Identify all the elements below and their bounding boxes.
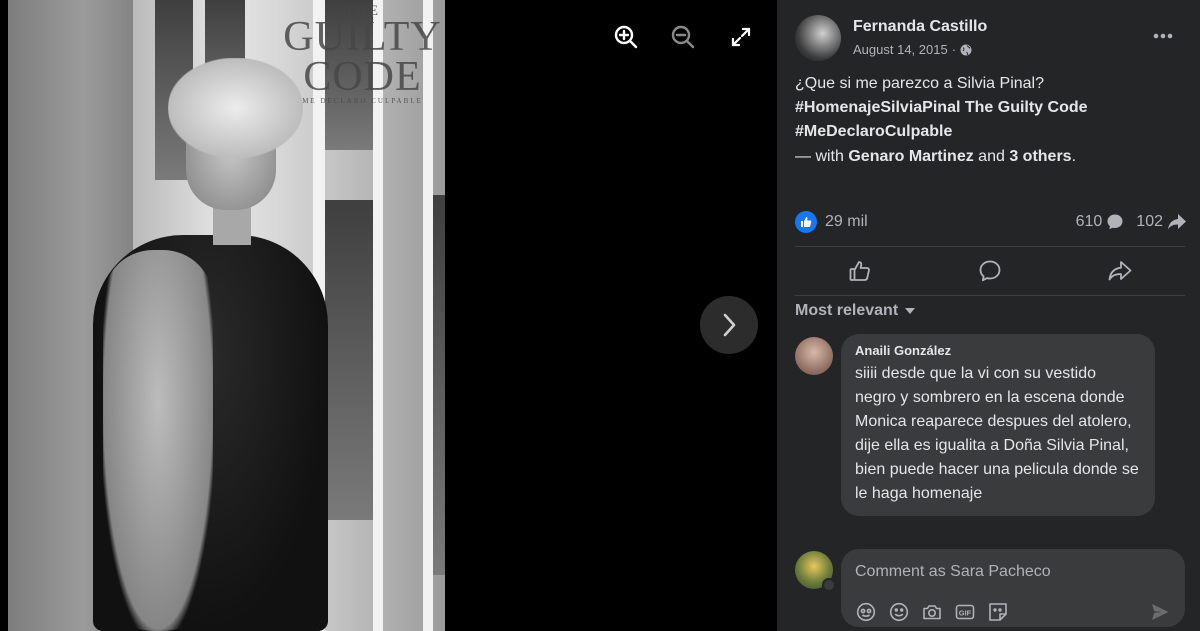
comment-sort-label: Most relevant — [795, 302, 899, 319]
zoom-in-icon — [614, 25, 638, 49]
comment-icon — [979, 260, 1001, 282]
camera-button[interactable] — [921, 601, 943, 623]
share-button[interactable] — [1055, 248, 1185, 294]
more-options-button[interactable] — [1149, 22, 1177, 50]
emoji-button[interactable] — [888, 601, 910, 623]
commenter-avatar[interactable] — [795, 337, 833, 375]
author-name[interactable]: Fernanda Castillo — [853, 18, 987, 36]
camera-icon — [923, 605, 941, 620]
share-count[interactable]: 102 — [1136, 213, 1187, 231]
profile-switch-chevron-icon[interactable] — [822, 578, 836, 592]
comment-count[interactable]: 610 — [1076, 213, 1125, 231]
engagement-counts: 610 102 — [1076, 213, 1187, 231]
emoji-icon — [889, 602, 909, 622]
gif-button[interactable]: GIF — [954, 601, 976, 623]
expand-icon — [731, 27, 751, 47]
comment-author[interactable]: Anaili González — [855, 343, 1141, 358]
send-comment-button[interactable] — [1149, 601, 1171, 623]
comment-sort-dropdown[interactable]: Most relevant — [795, 302, 916, 320]
comment-composer: GIF — [841, 549, 1185, 627]
tagged-others-link[interactable]: 3 others — [1009, 148, 1071, 165]
post-hashtag-line[interactable]: #MeDeclaroCulpable — [795, 120, 1190, 144]
zoom-out-icon — [671, 25, 695, 49]
zoom-out-button[interactable] — [668, 22, 698, 52]
chevron-right-icon — [723, 313, 736, 337]
comment-button[interactable] — [925, 248, 1055, 294]
composer-tools: GIF — [855, 601, 1009, 623]
reactions-bar: 29 mil 610 102 — [795, 208, 1187, 236]
post-photo[interactable]: THE GUILTY CODE ME DECLARO CULPABLE — [8, 0, 445, 631]
gif-icon: GIF — [955, 604, 975, 620]
current-user-avatar[interactable] — [795, 551, 836, 592]
comment-bubble-icon — [1107, 214, 1123, 230]
magazine-logo: THE GUILTY CODE ME DECLARO CULPABLE — [283, 3, 442, 106]
thumbs-up-icon — [849, 261, 870, 281]
sticker-button[interactable] — [987, 601, 1009, 623]
share-icon — [1108, 261, 1132, 281]
comment-input[interactable] — [855, 559, 1165, 585]
like-reaction-icon[interactable] — [795, 211, 817, 233]
comment-text: siiii desde que la vi con su vestido neg… — [855, 365, 1139, 502]
author-avatar[interactable] — [795, 15, 841, 61]
post-side-panel: Fernanda Castillo August 14, 2015 · ¿Que… — [777, 0, 1200, 631]
zoom-in-button[interactable] — [611, 22, 641, 52]
post-text-line: ¿Que si me parezco a Silvia Pinal? — [795, 75, 1044, 92]
photo-feather-boa — [103, 250, 213, 631]
send-icon — [1152, 604, 1169, 620]
avatar-sticker-button[interactable] — [855, 601, 877, 623]
post-text: ¿Que si me parezco a Silvia Pinal? #Home… — [795, 72, 1190, 144]
post-hashtag-line[interactable]: #HomenajeSilviaPinal The Guilty Code — [795, 96, 1190, 120]
more-horizontal-icon — [1153, 33, 1173, 39]
globe-icon[interactable] — [960, 44, 972, 56]
caret-down-icon — [905, 308, 916, 314]
tagged-people: — with Genaro Martinez and 3 others. — [795, 148, 1077, 165]
post-date[interactable]: August 14, 2015 — [853, 42, 948, 57]
meta-separator: · — [951, 42, 957, 57]
post-meta: August 14, 2015 · — [853, 42, 972, 57]
comment-bubble: Anaili González siiii desde que la vi co… — [841, 334, 1155, 516]
photo-viewer: THE GUILTY CODE ME DECLARO CULPABLE — [0, 0, 777, 631]
post-actions — [795, 248, 1185, 294]
fullscreen-button[interactable] — [726, 22, 756, 52]
like-button[interactable] — [795, 248, 925, 294]
divider — [795, 246, 1185, 247]
sticker-icon — [989, 603, 1007, 621]
reaction-count[interactable]: 29 mil — [825, 213, 868, 231]
divider — [795, 295, 1185, 296]
share-arrow-icon — [1168, 214, 1186, 230]
next-photo-button[interactable] — [700, 296, 758, 354]
svg-text:GIF: GIF — [959, 608, 972, 617]
avatar-sticker-icon — [856, 602, 876, 622]
tagged-person-link[interactable]: Genaro Martinez — [848, 148, 973, 165]
